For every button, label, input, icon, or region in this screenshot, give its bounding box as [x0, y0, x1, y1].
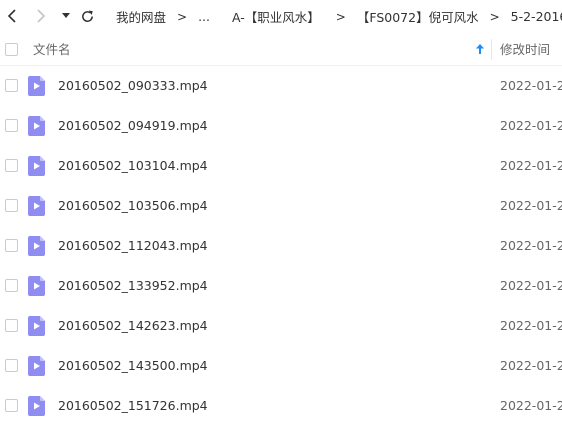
arrow-up-icon[interactable]	[476, 44, 484, 54]
file-name: 20160502_143500.mp4	[58, 358, 208, 373]
column-resize-handle[interactable]	[491, 39, 492, 60]
file-modified-date: 2022-01-26	[500, 158, 562, 173]
video-file-icon	[28, 196, 45, 216]
video-file-icon	[28, 276, 45, 296]
file-row[interactable]: 20160502_103506.mp4 2022-01-26	[0, 186, 562, 226]
refresh-button[interactable]	[76, 4, 98, 28]
file-modified-date: 2022-01-26	[500, 238, 562, 253]
file-name: 20160502_103506.mp4	[58, 198, 208, 213]
file-name: 20160502_090333.mp4	[58, 78, 208, 93]
breadcrumb-separator: >	[177, 9, 188, 24]
file-name: 20160502_142623.mp4	[58, 318, 208, 333]
column-header: 文件名 修改时间	[0, 33, 562, 66]
column-header-modified[interactable]: 修改时间	[500, 33, 550, 66]
breadcrumb-separator: >	[489, 9, 500, 24]
breadcrumb-item-career-fengshui[interactable]: A-【职业风水】	[232, 7, 320, 26]
breadcrumb-item-fs0072[interactable]: 【FS0072】倪可风水	[357, 7, 479, 26]
video-file-icon	[28, 156, 45, 176]
file-modified-date: 2022-01-26	[500, 358, 562, 373]
file-name: 20160502_133952.mp4	[58, 278, 208, 293]
chevron-right-icon	[37, 9, 46, 23]
file-modified-date: 2022-01-26	[500, 318, 562, 333]
file-row[interactable]: 20160502_090333.mp4 2022-01-26	[0, 66, 562, 106]
breadcrumb-item-root[interactable]: 我的网盘	[116, 7, 166, 26]
column-header-name[interactable]: 文件名	[33, 33, 71, 66]
row-checkbox[interactable]	[5, 359, 18, 372]
file-row[interactable]: 20160502_142623.mp4 2022-01-26	[0, 306, 562, 346]
file-list: 20160502_090333.mp4 2022-01-26 20160502_…	[0, 66, 562, 426]
file-modified-date: 2022-01-26	[500, 278, 562, 293]
triangle-down-icon	[62, 13, 70, 18]
row-checkbox[interactable]	[5, 159, 18, 172]
file-row[interactable]: 20160502_143500.mp4 2022-01-26	[0, 346, 562, 386]
row-checkbox[interactable]	[5, 319, 18, 332]
row-checkbox[interactable]	[5, 79, 18, 92]
file-name: 20160502_151726.mp4	[58, 398, 208, 413]
file-modified-date: 2022-01-26	[500, 78, 562, 93]
chevron-left-icon	[7, 9, 16, 23]
file-browser: 我的网盘 > ... A-【职业风水】 > 【FS0072】倪可风水 > 5-2…	[0, 0, 562, 434]
breadcrumb-separator: >	[335, 9, 346, 24]
row-checkbox[interactable]	[5, 119, 18, 132]
refresh-icon	[81, 10, 93, 22]
row-checkbox[interactable]	[5, 279, 18, 292]
video-file-icon	[28, 316, 45, 336]
history-dropdown-button[interactable]	[55, 4, 77, 28]
video-file-icon	[28, 356, 45, 376]
video-file-icon	[28, 236, 45, 256]
select-all-checkbox[interactable]	[5, 43, 18, 56]
file-name: 20160502_094919.mp4	[58, 118, 208, 133]
file-row[interactable]: 20160502_151726.mp4 2022-01-26	[0, 386, 562, 426]
back-button[interactable]	[1, 4, 23, 28]
file-modified-date: 2022-01-26	[500, 118, 562, 133]
file-row[interactable]: 20160502_112043.mp4 2022-01-26	[0, 226, 562, 266]
breadcrumb-item-collapsed[interactable]: ...	[198, 9, 210, 24]
row-checkbox[interactable]	[5, 199, 18, 212]
file-modified-date: 2022-01-26	[500, 398, 562, 413]
row-checkbox[interactable]	[5, 399, 18, 412]
file-modified-date: 2022-01-26	[500, 198, 562, 213]
video-file-icon	[28, 116, 45, 136]
video-file-icon	[28, 76, 45, 96]
file-row[interactable]: 20160502_133952.mp4 2022-01-26	[0, 266, 562, 306]
forward-button[interactable]	[30, 4, 52, 28]
video-file-icon	[28, 396, 45, 416]
navigation-bar: 我的网盘 > ... A-【职业风水】 > 【FS0072】倪可风水 > 5-2…	[0, 0, 562, 33]
file-row[interactable]: 20160502_103104.mp4 2022-01-26	[0, 146, 562, 186]
file-name: 20160502_103104.mp4	[58, 158, 208, 173]
row-checkbox[interactable]	[5, 239, 18, 252]
file-name: 20160502_112043.mp4	[58, 238, 208, 253]
file-row[interactable]: 20160502_094919.mp4 2022-01-26	[0, 106, 562, 146]
breadcrumb: 我的网盘 > ... A-【职业风水】 > 【FS0072】倪可风水 > 5-2…	[116, 0, 562, 33]
breadcrumb-item-current[interactable]: 5-2-2016	[511, 9, 562, 24]
